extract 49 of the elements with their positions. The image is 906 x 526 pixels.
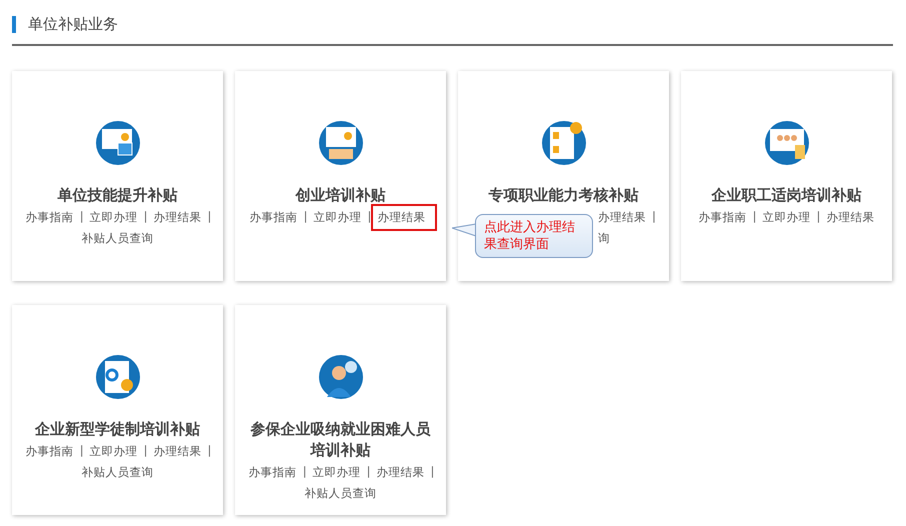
service-link[interactable]: 询 [596, 229, 612, 248]
card-title: 参保企业吸纳就业困难人员培训补贴 [250, 419, 432, 461]
link-separator: | [368, 208, 372, 225]
service-link[interactable]: 办事指南 [24, 442, 76, 461]
link-separator: | [302, 463, 307, 480]
laptop-icon [316, 119, 364, 167]
link-separator: | [207, 442, 212, 459]
service-link[interactable]: 补贴人员查询 [302, 484, 378, 503]
document-chart-icon [94, 353, 142, 401]
link-separator: | [144, 208, 148, 225]
link-separator: | [652, 208, 656, 225]
service-link[interactable]: 补贴人员查询 [80, 229, 156, 248]
callout-pointer-icon [452, 222, 476, 238]
service-link[interactable]: 办事指南 [24, 208, 76, 227]
service-link[interactable]: 办事指南 [246, 463, 299, 482]
service-link[interactable]: 办理结果 [151, 208, 204, 227]
card-title: 企业新型学徒制培训补贴 [35, 419, 200, 440]
link-separator: | [430, 463, 434, 480]
section-marker [12, 16, 16, 32]
link-separator: | [752, 208, 756, 225]
service-link[interactable]: 立即办理 [310, 463, 363, 482]
link-separator: | [207, 208, 212, 225]
service-link[interactable]: 办理结果 [374, 463, 426, 482]
link-separator: | [304, 208, 308, 225]
service-link[interactable]: 补贴人员查询 [80, 463, 156, 482]
service-link[interactable]: 立即办理 [312, 208, 364, 227]
link-separator: | [366, 463, 370, 480]
service-link[interactable]: 办事指南 [696, 208, 749, 227]
card-title: 企业职工适岗培训补贴 [712, 185, 862, 206]
service-link[interactable]: 立即办理 [760, 208, 812, 227]
service-link[interactable]: 办理结果 [824, 208, 876, 227]
service-link[interactable]: 办理结果 [151, 442, 204, 461]
presentation-board-icon [94, 119, 142, 167]
link-separator: | [816, 208, 820, 225]
monitor-people-icon [762, 119, 810, 167]
callout-tooltip: 点此进入办理结果查询界面 [475, 214, 593, 258]
person-icon [316, 353, 364, 401]
link-separator: | [80, 442, 84, 459]
card-title: 专项职业能力考核补贴 [488, 185, 638, 206]
service-link[interactable]: 立即办理 [88, 208, 140, 227]
service-link[interactable]: 办理结果 [596, 208, 648, 227]
card-title: 单位技能提升补贴 [58, 185, 178, 206]
service-link[interactable]: 立即办理 [88, 442, 140, 461]
link-separator: | [144, 442, 148, 459]
link-separator: | [80, 208, 84, 225]
card-title: 创业培训补贴 [296, 185, 386, 206]
id-cards-icon [540, 119, 588, 167]
service-link[interactable]: 办事指南 [248, 208, 300, 227]
section-title: 单位补贴业务 [28, 14, 118, 34]
